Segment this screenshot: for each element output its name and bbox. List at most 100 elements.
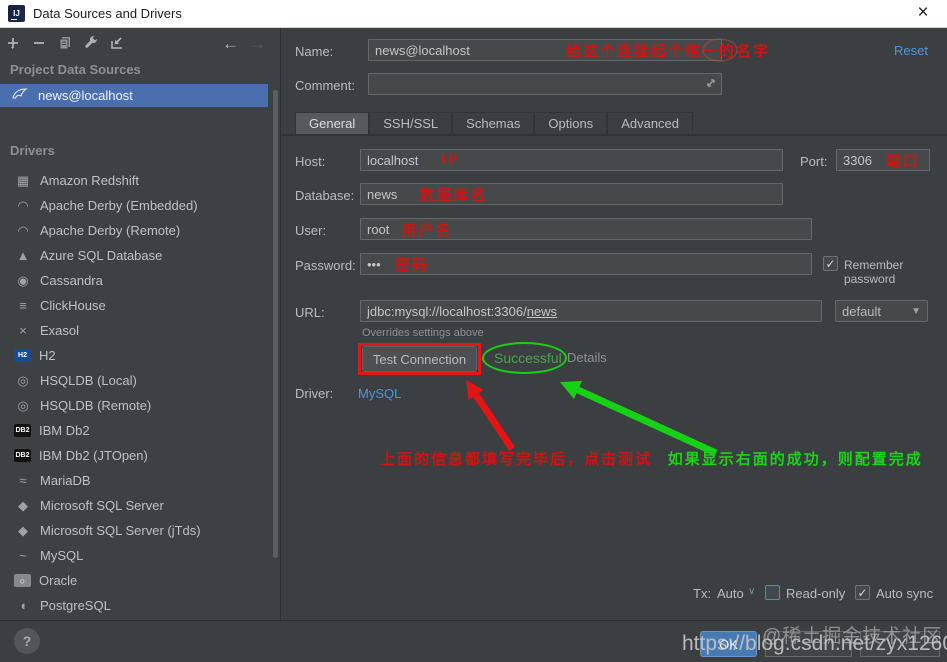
tab-ssh-ssl[interactable]: SSH/SSL <box>369 112 453 135</box>
remember-password-checkbox[interactable] <box>823 256 838 271</box>
driver-item-label: Exasol <box>40 323 80 338</box>
driver-item[interactable]: ≈ MariaDB <box>0 468 268 493</box>
driver-item[interactable]: ◆ Microsoft SQL Server (jTds) <box>0 518 268 543</box>
name-annotation: 给这个连接起个唯一的名字 <box>565 43 770 60</box>
oracle-icon: ○ <box>14 574 31 587</box>
hsqldb-icon: ◎ <box>17 397 29 413</box>
port-annotation: 端口 <box>885 153 920 170</box>
password-value: ••• <box>367 256 381 272</box>
selected-source-label: news@localhost <box>38 88 133 103</box>
driver-item[interactable]: ◠ Apache Derby (Remote) <box>0 218 268 243</box>
password-annotation: 密码 <box>394 257 429 274</box>
driver-item[interactable]: H2 H2 <box>0 343 268 368</box>
sidebar-item-news-localhost[interactable]: news@localhost <box>0 84 268 107</box>
read-only-label: Read-only <box>786 586 846 601</box>
data-sources-dialog: IJ Data Sources and Drivers × ← → Projec… <box>0 0 947 662</box>
host-label: Host: <box>295 154 326 169</box>
host-input[interactable]: localhost IP <box>360 149 783 171</box>
driver-item-label: H2 <box>39 348 56 363</box>
help-button[interactable]: ? <box>14 628 40 654</box>
password-input[interactable]: ••• 密码 <box>360 253 812 275</box>
derby-hat-icon: ◠ <box>17 222 29 238</box>
mariadb-seal-icon: ≈ <box>19 473 27 488</box>
driver-item[interactable]: ◎ HSQLDB (Local) <box>0 368 268 393</box>
url-input[interactable]: jdbc:mysql://localhost:3306/news <box>360 300 822 322</box>
tx-dropdown[interactable]: Auto <box>717 586 744 601</box>
url-prefix: jdbc:mysql://localhost:3306/ <box>367 303 527 319</box>
azure-icon: ▲ <box>16 248 30 263</box>
driver-item[interactable]: ◆ Microsoft SQL Server <box>0 493 268 518</box>
postgresql-elephant-icon: ◖ <box>19 598 27 613</box>
driver-item-label: Cassandra <box>40 273 103 288</box>
expand-icon[interactable] <box>705 77 717 92</box>
caption-green-text: 如果显示右面的成功，则配置完成 <box>667 452 923 468</box>
url-label: URL: <box>295 305 325 320</box>
close-icon[interactable]: × <box>909 0 937 27</box>
reset-link[interactable]: Reset <box>894 43 928 58</box>
window-title: Data Sources and Drivers <box>33 6 182 21</box>
details-link[interactable]: Details <box>567 350 607 365</box>
tx-label: Tx: <box>693 586 712 601</box>
driver-item-label: Microsoft SQL Server (jTds) <box>40 523 201 538</box>
driver-item[interactable]: ▲ Azure SQL Database <box>0 243 268 268</box>
import-icon[interactable] <box>104 31 130 55</box>
tab-options[interactable]: Options <box>534 112 608 135</box>
driver-item[interactable]: ▦ Amazon Redshift <box>0 168 268 193</box>
url-preset-value: default <box>842 303 882 319</box>
url-preset-dropdown[interactable]: default ▼ <box>835 300 928 322</box>
connection-settings-panel: Reset Name: news@localhost 给这个连接起个唯一的名字 … <box>282 28 947 620</box>
port-input[interactable]: 3306 端口 <box>836 149 930 171</box>
driver-item-label: Oracle <box>39 573 78 588</box>
comment-label: Comment: <box>295 78 355 93</box>
driver-item[interactable]: ◖ PostgreSQL <box>0 593 268 618</box>
driver-item[interactable]: ≡ ClickHouse <box>0 293 268 318</box>
sidebar-toolbar: ← → <box>0 30 280 56</box>
driver-item-label: Apache Derby (Embedded) <box>40 198 198 213</box>
exasol-x-icon: × <box>19 323 27 338</box>
mssql-icon: ◆ <box>18 497 28 513</box>
redshift-icon: ▦ <box>16 172 30 188</box>
driver-item[interactable]: ~ MySQL <box>0 543 268 568</box>
remove-icon[interactable] <box>26 31 52 55</box>
sidebar-scrollbar[interactable] <box>273 90 278 558</box>
tab-general[interactable]: General <box>295 112 370 135</box>
back-arrow-icon[interactable]: ← <box>222 34 239 54</box>
database-value: news <box>367 186 398 202</box>
driver-item[interactable]: × Exasol <box>0 318 268 343</box>
comment-input[interactable] <box>368 73 722 95</box>
auto-sync-checkbox[interactable] <box>855 585 870 600</box>
add-icon[interactable] <box>0 31 26 55</box>
name-value: news@localhost <box>375 42 470 58</box>
driver-label: Driver: <box>295 386 334 401</box>
duplicate-icon[interactable] <box>52 31 78 55</box>
watermark-url: https://blog.csdn.net/zyx1260468395 <box>682 632 947 655</box>
tab-schemas[interactable]: Schemas <box>452 112 535 135</box>
database-input[interactable]: news 数据库名 <box>360 183 783 205</box>
name-input[interactable]: news@localhost 给这个连接起个唯一的名字 <box>368 39 768 61</box>
cassandra-eye-icon: ◉ <box>17 272 29 288</box>
tab-advanced[interactable]: Advanced <box>607 112 694 135</box>
read-only-checkbox[interactable] <box>765 585 780 600</box>
driver-value-link[interactable]: MySQL <box>358 386 401 401</box>
driver-item[interactable]: DB2 IBM Db2 (JTOpen) <box>0 443 268 468</box>
annotation-caption: 上面的信息都填写完毕后，点击测试 如果显示右面的成功，则配置完成 <box>380 448 923 469</box>
user-annotation: 用户名 <box>401 222 453 239</box>
driver-item-label: IBM Db2 <box>39 423 90 438</box>
mysql-dolphin-icon: ~ <box>19 548 27 563</box>
driver-item[interactable]: ◎ HSQLDB (Remote) <box>0 393 268 418</box>
connection-result-label: Successful <box>494 350 562 366</box>
user-input[interactable]: root 用户名 <box>360 218 812 240</box>
driver-item[interactable]: ◠ Apache Derby (Embedded) <box>0 193 268 218</box>
driver-item[interactable]: DB2 IBM Db2 <box>0 418 268 443</box>
driver-item-label: HSQLDB (Local) <box>40 373 137 388</box>
tx-chevron-icon: ∨ <box>748 586 756 597</box>
dialog-footer: ? OK @稀土掘金技术社区 https://blog.csdn.net/zyx… <box>0 620 947 662</box>
wrench-icon[interactable] <box>78 31 104 55</box>
test-connection-button[interactable]: Test Connection <box>362 346 477 372</box>
name-label: Name: <box>295 44 334 59</box>
caption-red-text: 上面的信息都填写完毕后，点击测试 <box>380 452 653 468</box>
driver-item[interactable]: ○ Oracle <box>0 568 268 593</box>
driver-item[interactable]: ◉ Cassandra <box>0 268 268 293</box>
port-label: Port: <box>800 154 828 169</box>
db2-badge-icon: DB2 <box>14 424 31 437</box>
